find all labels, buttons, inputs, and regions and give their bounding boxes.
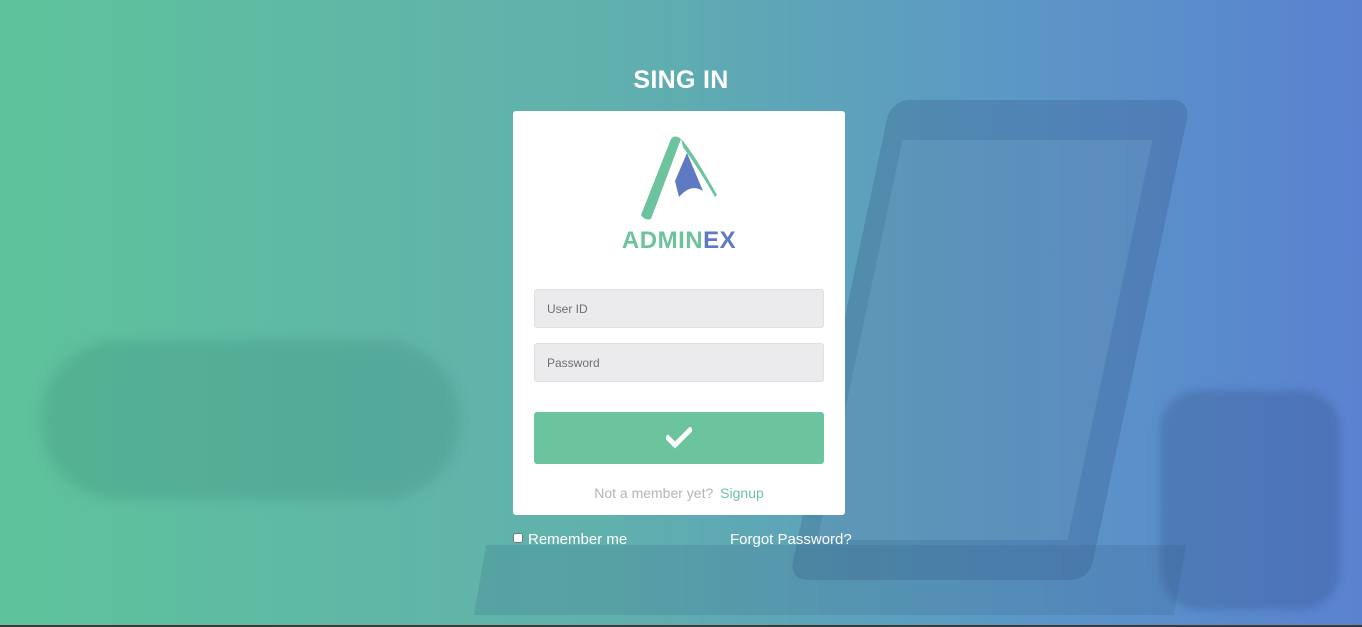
forgot-password-link[interactable]: Forgot Password? xyxy=(730,531,852,548)
background-blur-left xyxy=(40,340,460,500)
brand-wordmark: ADMINEX xyxy=(513,227,845,255)
brand-wordmark-admin: ADMIN xyxy=(621,227,704,254)
sign-in-button[interactable] xyxy=(534,412,824,464)
page-title: SING IN xyxy=(633,66,729,94)
background-laptop-base xyxy=(473,545,1187,615)
login-card: ADMINEX Not a member yet? Signup xyxy=(513,111,845,515)
remember-me[interactable]: Remember me xyxy=(513,531,627,548)
signup-link[interactable]: Signup xyxy=(720,485,764,501)
remember-me-checkbox[interactable] xyxy=(513,532,523,543)
password-input[interactable] xyxy=(534,343,824,382)
remember-me-label: Remember me xyxy=(528,531,628,548)
user-id-input[interactable] xyxy=(534,289,824,328)
signup-prompt: Not a member yet? Signup xyxy=(513,485,845,501)
background-blur-right xyxy=(1160,390,1340,610)
adminex-logo-icon xyxy=(641,136,717,220)
brand-wordmark-ex: EX xyxy=(703,227,737,254)
signup-prompt-text: Not a member yet? xyxy=(594,485,714,501)
check-icon xyxy=(666,427,692,449)
